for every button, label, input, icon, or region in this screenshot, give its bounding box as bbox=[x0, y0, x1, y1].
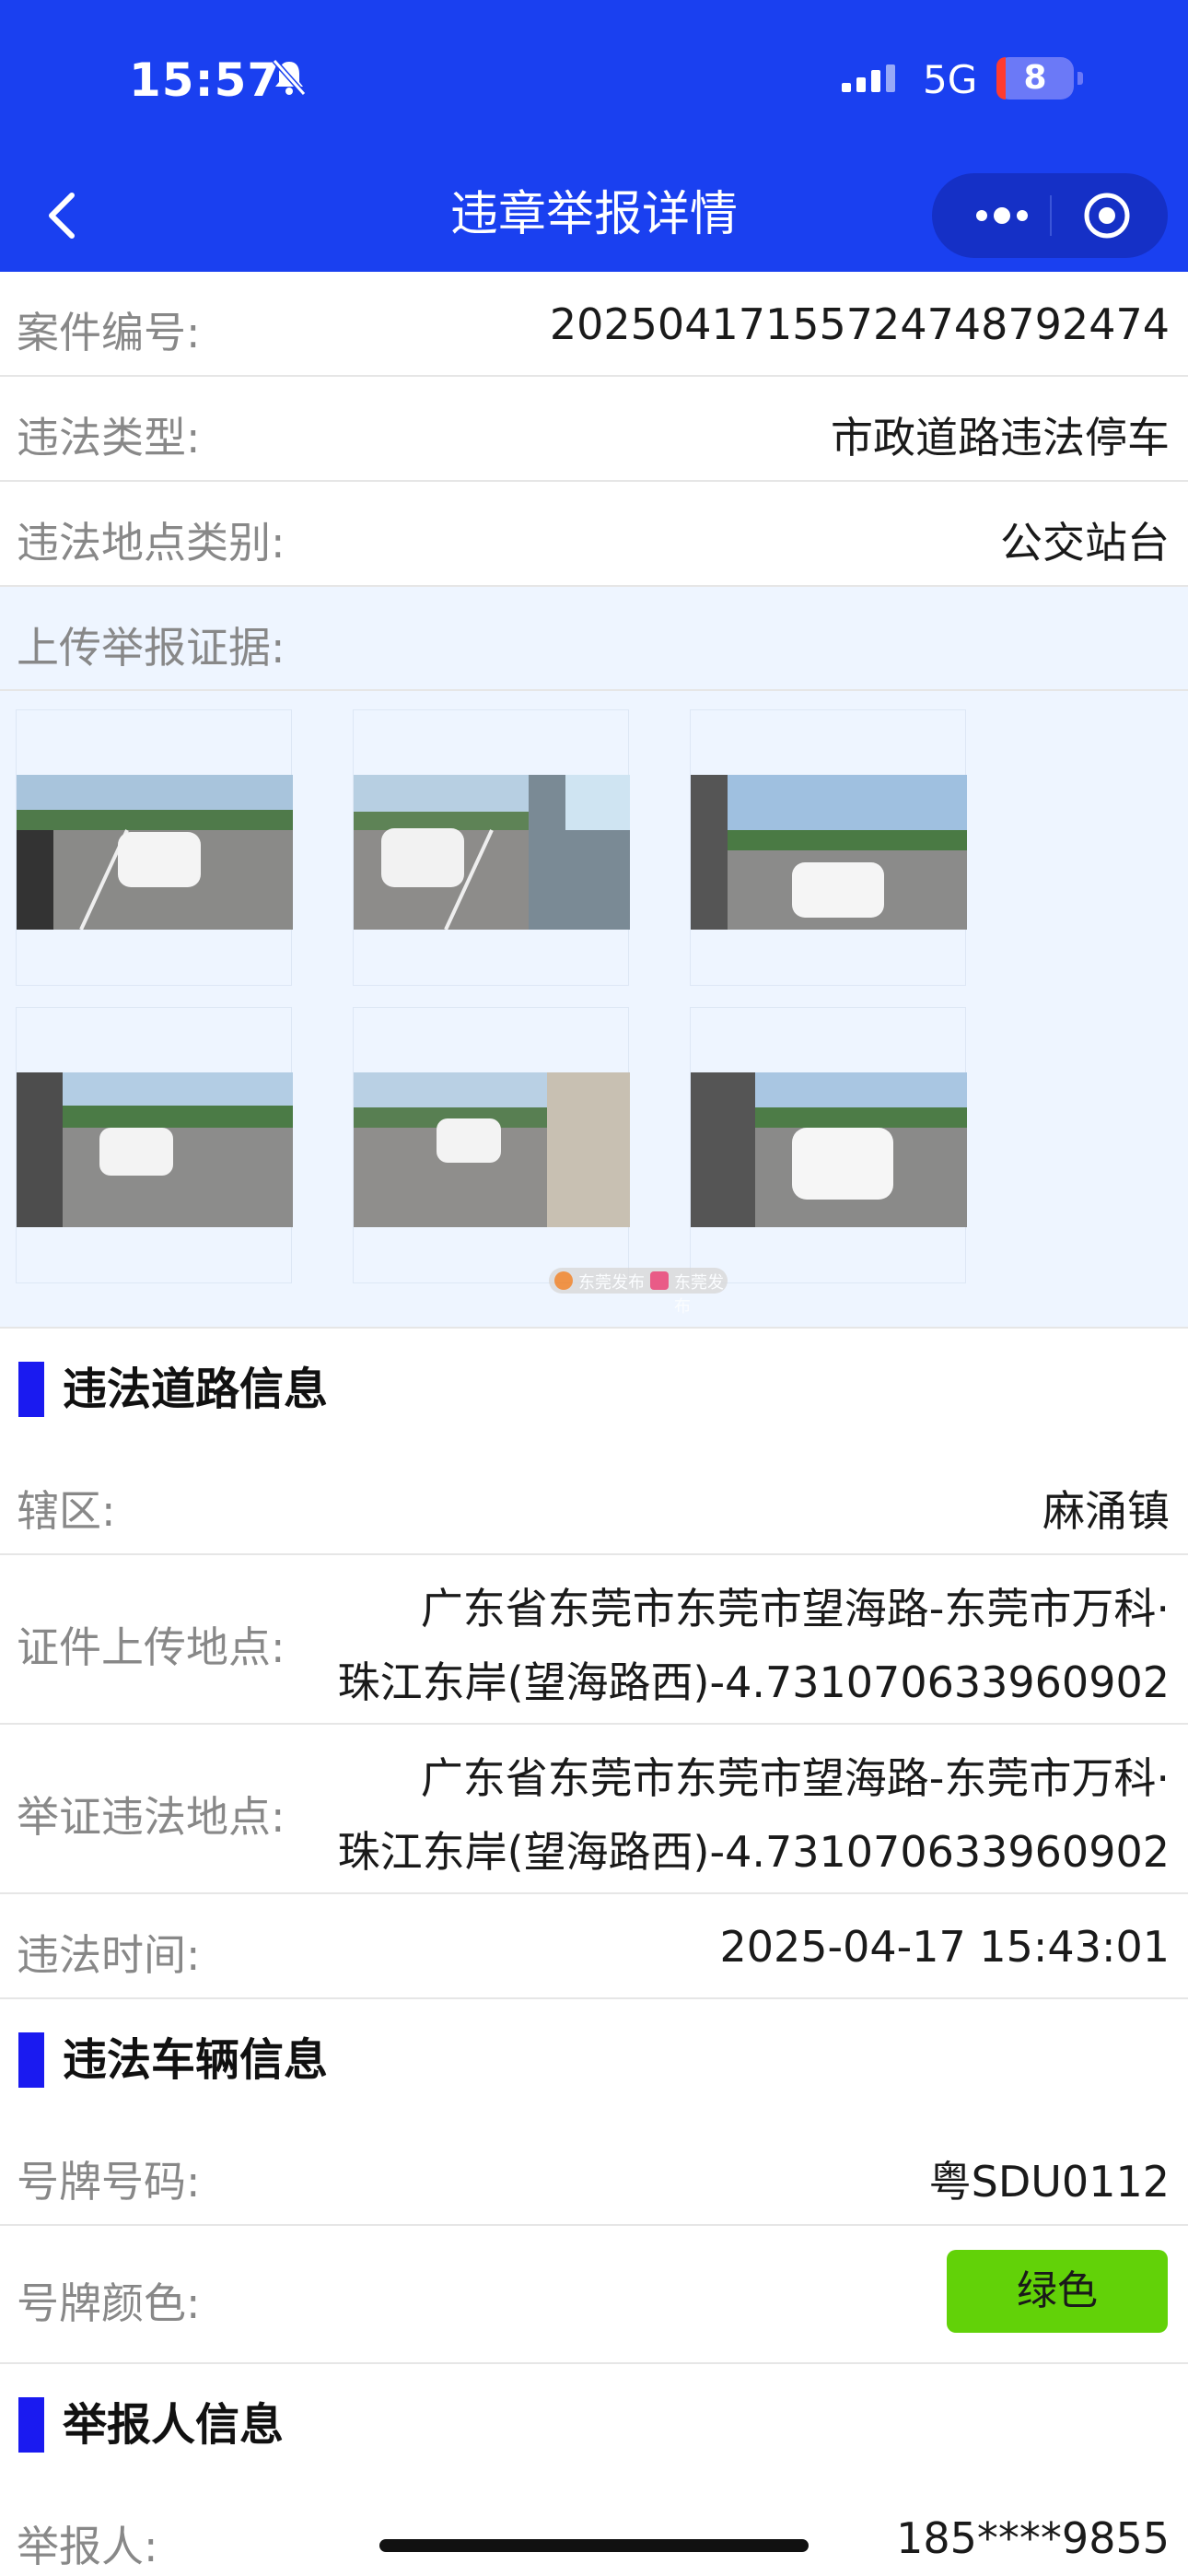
signal-icon bbox=[842, 64, 895, 92]
violation-time-value: 2025-04-17 15:43:01 bbox=[719, 1922, 1170, 1972]
plate-number-row: 号牌号码: 粤SDU0112 bbox=[0, 2121, 1188, 2226]
violation-time-label: 违法时间: bbox=[17, 1930, 201, 1980]
evidence-header-row: 上传举报证据: bbox=[0, 587, 1188, 691]
vehicle-info-section-header: 违法车辆信息 bbox=[0, 1999, 1188, 2123]
plate-color-label: 号牌颜色: bbox=[17, 2278, 201, 2328]
evidence-location-row: 举证违法地点: 广东省东莞市东莞市望海路-东莞市万科· 珠江东岸(望海路西)-4… bbox=[0, 1725, 1188, 1894]
reporter-info-section-header: 举报人信息 bbox=[0, 2364, 1188, 2488]
status-time: 15:57 bbox=[129, 53, 281, 107]
evidence-location-label: 举证违法地点: bbox=[17, 1792, 285, 1842]
section-marker bbox=[18, 2397, 44, 2453]
evidence-photo[interactable] bbox=[353, 1007, 630, 1283]
upload-location-line1: 广东省东莞市东莞市望海路-东莞市万科· bbox=[420, 1584, 1170, 1633]
violation-time-row: 违法时间: 2025-04-17 15:43:01 bbox=[0, 1894, 1188, 1999]
reporter-info-title: 举报人信息 bbox=[63, 2399, 285, 2451]
plate-color-badge: 绿色 bbox=[947, 2250, 1168, 2333]
violation-type-row: 违法类型: 市政道路违法停车 bbox=[0, 377, 1188, 482]
plate-number-value: 粤SDU0112 bbox=[928, 2157, 1170, 2207]
reporter-label: 举报人: bbox=[17, 2522, 158, 2571]
mini-program-capsule bbox=[932, 173, 1168, 258]
battery-icon: 8 bbox=[996, 57, 1083, 100]
section-marker bbox=[18, 2032, 44, 2088]
watermark-text-right: 东莞发布 bbox=[674, 1273, 724, 1317]
close-target-icon[interactable] bbox=[1079, 188, 1135, 243]
violation-type-value: 市政道路违法停车 bbox=[831, 413, 1170, 463]
more-icon[interactable] bbox=[965, 188, 1039, 243]
district-row: 辖区: 麻涌镇 bbox=[0, 1450, 1188, 1555]
status-bar: 15:57 5G 8 bbox=[0, 0, 1188, 157]
plate-number-label: 号牌号码: bbox=[17, 2157, 201, 2207]
section-marker bbox=[18, 1362, 44, 1417]
evidence-location-line1: 广东省东莞市东莞市望海路-东莞市万科· bbox=[420, 1753, 1170, 1803]
location-type-value: 公交站台 bbox=[1000, 518, 1170, 568]
evidence-photo[interactable] bbox=[690, 1007, 967, 1283]
district-label: 辖区: bbox=[17, 1486, 116, 1536]
nav-bar: 违章举报详情 bbox=[0, 157, 1188, 272]
location-type-row: 违法地点类别: 公交站台 bbox=[0, 482, 1188, 587]
road-info-title: 违法道路信息 bbox=[63, 1364, 329, 1415]
evidence-photo[interactable] bbox=[16, 709, 293, 986]
evidence-photo[interactable] bbox=[690, 709, 967, 986]
watermark-text-left: 东莞发布 bbox=[578, 1273, 645, 1293]
watermark-logo-icon bbox=[650, 1271, 669, 1290]
evidence-photo[interactable] bbox=[353, 709, 630, 986]
evidence-label: 上传举报证据: bbox=[17, 623, 285, 673]
home-indicator[interactable] bbox=[379, 2539, 809, 2552]
network-type: 5G bbox=[923, 57, 978, 102]
evidence-photo-grid: 东莞发布 东莞发布 bbox=[0, 691, 1188, 1329]
reporter-value: 185****9855 bbox=[896, 2513, 1170, 2563]
capsule-divider bbox=[1050, 195, 1052, 236]
reporter-row: 举报人: 185****9855 bbox=[0, 2486, 1188, 2576]
upload-location-label: 证件上传地点: bbox=[17, 1622, 285, 1672]
case-number-label: 案件编号: bbox=[17, 308, 201, 357]
case-number-value: 20250417155724748792474 bbox=[549, 299, 1170, 349]
plate-color-row: 号牌颜色: 绿色 bbox=[0, 2226, 1188, 2364]
district-value: 麻涌镇 bbox=[1042, 1486, 1170, 1536]
evidence-location-line2: 珠江东岸(望海路西)-4.731070633960902 bbox=[337, 1827, 1170, 1877]
bell-muted-icon bbox=[272, 59, 307, 96]
watermark-logo-icon bbox=[554, 1271, 573, 1290]
road-info-section-header: 违法道路信息 bbox=[0, 1329, 1188, 1452]
violation-type-label: 违法类型: bbox=[17, 413, 201, 463]
upload-location-row: 证件上传地点: 广东省东莞市东莞市望海路-东莞市万科· 珠江东岸(望海路西)-4… bbox=[0, 1555, 1188, 1725]
vehicle-info-title: 违法车辆信息 bbox=[63, 2034, 329, 2086]
case-number-row: 案件编号: 20250417155724748792474 bbox=[0, 272, 1188, 377]
location-type-label: 违法地点类别: bbox=[17, 518, 285, 568]
battery-level: 8 bbox=[1023, 59, 1047, 97]
upload-location-line2: 珠江东岸(望海路西)-4.731070633960902 bbox=[337, 1657, 1170, 1707]
watermark: 东莞发布 东莞发布 bbox=[549, 1268, 728, 1317]
evidence-photo[interactable] bbox=[16, 1007, 293, 1283]
